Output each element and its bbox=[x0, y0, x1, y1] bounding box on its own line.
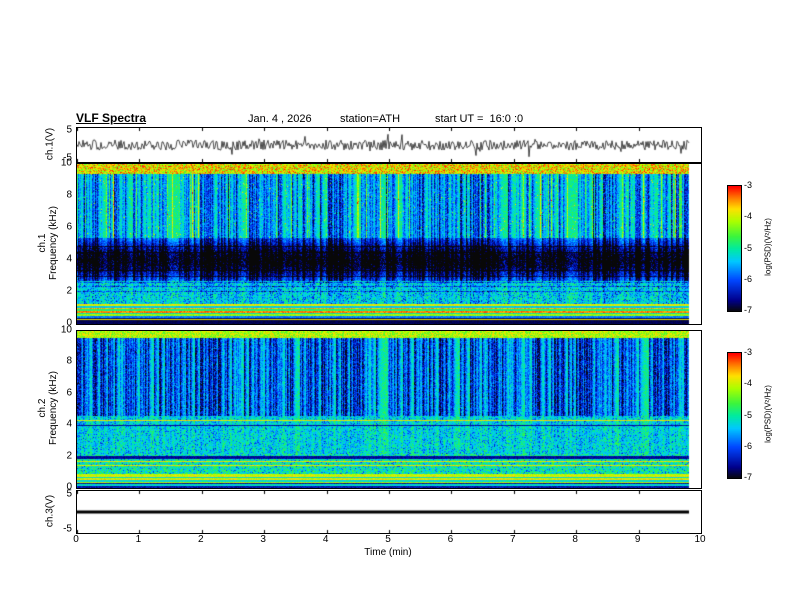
ch3-waveform-panel bbox=[76, 490, 702, 534]
ch1-spectrogram-ylabel-line2: Frequency (kHz) bbox=[48, 206, 59, 280]
ch2-spectrogram-ylabel-line1: ch.2 bbox=[37, 398, 48, 418]
ch1-waveform-y-tick-label: -5 bbox=[63, 152, 72, 164]
ch1-colorbar-tick-label: -5 bbox=[744, 242, 753, 253]
ch1-colorbar-tick-label: -6 bbox=[744, 273, 753, 284]
ch1-colorbar-tick-label: -7 bbox=[744, 305, 753, 315]
ch1-colorbar-tick-label: -3 bbox=[744, 180, 753, 190]
figure-date: Jan. 4 , 2026 bbox=[248, 113, 312, 125]
ch2-colorbar bbox=[727, 352, 742, 479]
x-tick-label: 0 bbox=[73, 534, 79, 545]
ch2-colorbar-tick-label: -3 bbox=[744, 347, 753, 357]
figure-station: station=ATH bbox=[340, 113, 401, 125]
ch3-waveform-y-tick-label: -5 bbox=[63, 523, 72, 534]
ch2-spectrogram-y-tick-label: 4 bbox=[66, 418, 72, 430]
ch1-spectrogram-y-tick-label: 8 bbox=[66, 189, 72, 201]
ch2-colorbar-tick-label: -5 bbox=[744, 409, 753, 420]
ch1-colorbar-tick-label: -4 bbox=[744, 211, 753, 222]
x-tick-label: 1 bbox=[135, 534, 142, 545]
ch2-spectrogram-y-tick-label: 10 bbox=[60, 324, 72, 336]
ch1-waveform-panel bbox=[76, 127, 702, 163]
ch1-spectrogram-ylabel: ch.1 Frequency (kHz) bbox=[37, 206, 59, 280]
ch2-spectrogram-y-tick-label: 2 bbox=[66, 450, 72, 462]
ch2-spectrogram-panel bbox=[76, 330, 702, 489]
vlf-spectra-figure: VLF Spectra Jan. 4 , 2026 station=ATH st… bbox=[0, 0, 792, 612]
ch2-colorbar-tick-label: -4 bbox=[744, 378, 753, 389]
x-tick-label: 4 bbox=[322, 534, 329, 545]
ch1-spectrogram-ylabel-line1: ch.1 bbox=[37, 233, 48, 253]
x-tick-label: 9 bbox=[634, 534, 641, 545]
x-tick-label: 7 bbox=[510, 534, 516, 545]
ch2-colorbar-tick-label: -7 bbox=[744, 472, 753, 482]
x-tick-label: 6 bbox=[447, 534, 454, 545]
ch2-colorbar-tick-label: -6 bbox=[744, 440, 753, 451]
ch1-spectrogram-y-tick-label: 2 bbox=[66, 285, 72, 297]
x-tick-label: 8 bbox=[572, 534, 578, 545]
x-tick-label: 3 bbox=[260, 534, 266, 545]
x-tick-label: 5 bbox=[385, 534, 391, 545]
figure-start-ut: start UT = 16:0 :0 bbox=[435, 113, 524, 125]
ch1-spectrogram-y-tick-label: 6 bbox=[66, 221, 72, 233]
ch3-waveform-y-tick-label: 5 bbox=[66, 488, 72, 499]
ch1-spectrogram-panel bbox=[76, 163, 702, 325]
ch2-colorbar-label: log(PSD)(V²/Hz) bbox=[763, 385, 773, 443]
ch1-colorbar bbox=[727, 185, 742, 312]
figure-title: VLF Spectra bbox=[76, 111, 147, 125]
ch1-waveform-y-tick-label: 5 bbox=[66, 124, 72, 136]
ch2-spectrogram-y-tick-label: 6 bbox=[66, 387, 72, 399]
ch1-colorbar-label: log(PSD)(V²/Hz) bbox=[763, 218, 773, 276]
x-tick-label: 2 bbox=[198, 534, 204, 545]
ch1-spectrogram-y-tick-label: 4 bbox=[66, 253, 72, 265]
x-axis-label: Time (min) bbox=[364, 547, 412, 558]
ch2-spectrogram-ylabel-line2: Frequency (kHz) bbox=[48, 371, 59, 445]
x-tick-label: 10 bbox=[694, 534, 706, 545]
ch2-spectrogram-y-tick-label: 8 bbox=[66, 355, 72, 367]
ch2-spectrogram-ylabel: ch.2 Frequency (kHz) bbox=[37, 371, 59, 445]
